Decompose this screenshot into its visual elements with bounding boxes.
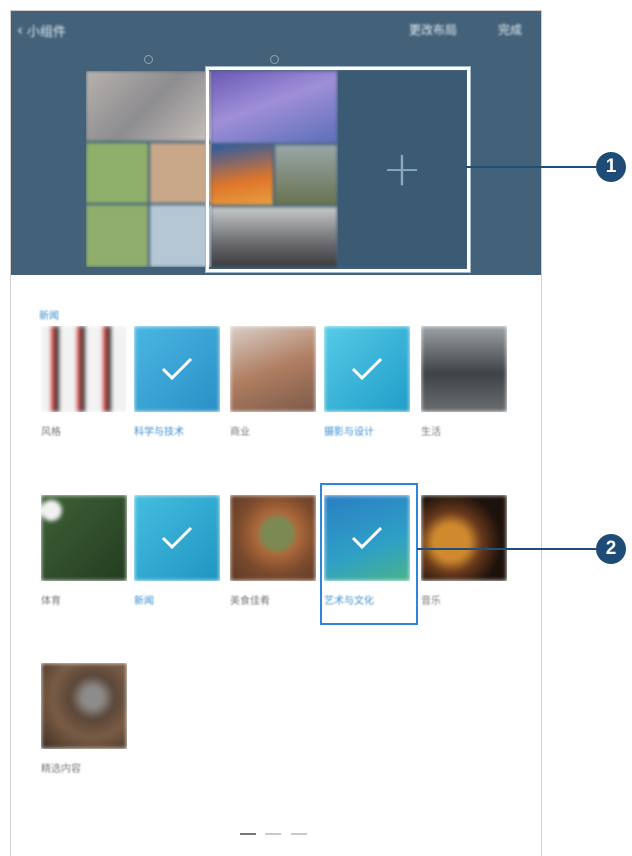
thumbnail-image <box>230 326 316 412</box>
widget-panel-previous[interactable] <box>86 71 212 267</box>
thumbnail-caption: 艺术与文化 <box>324 596 374 607</box>
page-dot <box>270 55 279 64</box>
thumbnail-image <box>41 663 127 749</box>
thumbnail-item[interactable] <box>324 495 410 581</box>
checkmark-icon <box>134 495 220 581</box>
thumbnail-caption: 体育 <box>41 596 61 607</box>
callout-badge-2: 2 <box>596 534 626 564</box>
callout-line-1 <box>466 166 596 168</box>
top-bar: ‹ 小组件 更改布局 完成 <box>11 11 541 49</box>
thumbnail-image <box>41 495 127 581</box>
thumbnail-image <box>230 495 316 581</box>
thumbnail-item[interactable] <box>230 326 316 412</box>
thumbnail-image <box>421 326 507 412</box>
widget-screen: ‹ 小组件 更改布局 完成 + 新闻 风格 科学与技术 商业 摄影与设计 生活 … <box>10 10 542 856</box>
chevron-left-icon: ‹ <box>17 21 23 39</box>
thumbnail-image <box>41 326 127 412</box>
callout-line-2 <box>417 548 596 550</box>
page-dot <box>144 55 153 64</box>
widget-tile-landscape <box>275 145 337 205</box>
widget-preview-area: ‹ 小组件 更改布局 完成 + <box>11 11 541 275</box>
widget-tile-sunset <box>211 145 273 205</box>
thumbnail-caption: 美食佳肴 <box>230 596 270 607</box>
widget-tile-green-2 <box>86 205 148 267</box>
thumbnail-caption: 新闻 <box>134 596 154 607</box>
thumbnail-item[interactable] <box>134 495 220 581</box>
widget-tile-tan <box>150 143 212 203</box>
widget-tile-blue <box>150 205 212 267</box>
widget-tile-green <box>86 143 148 203</box>
thumbnail-item[interactable] <box>134 326 220 412</box>
thumbnail-caption: 音乐 <box>421 596 441 607</box>
done-button[interactable]: 完成 <box>498 21 522 38</box>
back-label: 小组件 <box>27 24 67 40</box>
back-button[interactable]: ‹ 小组件 <box>17 20 66 40</box>
thumbnail-item[interactable] <box>421 495 507 581</box>
checkmark-icon <box>134 326 220 412</box>
thumbnail-item[interactable] <box>230 495 316 581</box>
thumbnail-caption: 商业 <box>230 427 250 438</box>
widget-tile-car <box>211 207 337 267</box>
thumbnail-item[interactable] <box>421 326 507 412</box>
checkmark-icon <box>324 495 410 581</box>
section-label: 新闻 <box>39 311 59 322</box>
callout-badge-1: 1 <box>596 152 626 182</box>
widget-tile-purple <box>211 71 337 143</box>
thumbnail-caption: 生活 <box>421 427 441 438</box>
change-layout-button[interactable]: 更改布局 <box>409 21 457 38</box>
thumbnail-item[interactable] <box>41 663 127 749</box>
thumbnail-item[interactable] <box>324 326 410 412</box>
thumbnail-item[interactable] <box>41 495 127 581</box>
page-indicator-active <box>240 833 256 835</box>
widget-panel-current[interactable]: + <box>208 71 468 267</box>
thumbnail-caption: 科学与技术 <box>134 427 184 438</box>
plus-icon: + <box>381 141 423 197</box>
page-indicator <box>265 833 281 835</box>
thumbnail-caption: 精选内容 <box>41 764 81 775</box>
thumbnail-item[interactable] <box>41 326 127 412</box>
page-indicator <box>291 833 307 835</box>
checkmark-icon <box>324 326 410 412</box>
thumbnail-image <box>421 495 507 581</box>
widget-tile-image <box>86 71 212 141</box>
thumbnail-caption: 风格 <box>41 427 61 438</box>
thumbnail-caption: 摄影与设计 <box>324 427 374 438</box>
add-widget-slot[interactable]: + <box>338 71 466 267</box>
